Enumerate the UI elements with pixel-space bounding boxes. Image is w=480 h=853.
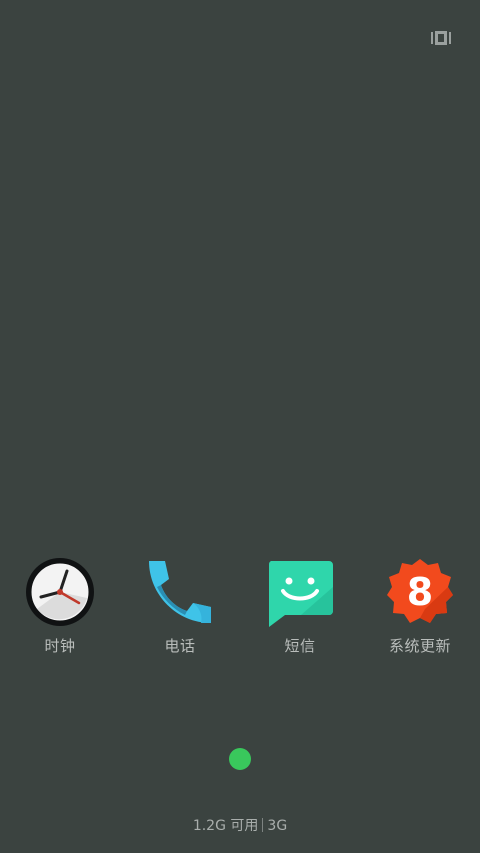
app-clock[interactable]: 时钟 — [0, 556, 120, 666]
home-screen: 时钟 电话 短信 8 系统更新 1.2G 可用 3G — [0, 0, 480, 853]
app-system-update[interactable]: 8 系统更新 — [360, 556, 480, 666]
app-row: 时钟 电话 短信 8 系统更新 — [0, 556, 480, 666]
clock-icon — [24, 556, 96, 628]
app-label: 短信 — [284, 637, 316, 655]
app-label: 电话 — [164, 637, 196, 655]
recent-apps-icon[interactable] — [428, 28, 454, 48]
system-update-icon: 8 — [384, 556, 456, 628]
app-label: 时钟 — [44, 637, 76, 655]
phone-icon — [144, 556, 216, 628]
memory-status[interactable]: 1.2G 可用 3G — [0, 815, 480, 835]
memory-available: 1.2G 可用 — [192, 818, 259, 834]
svg-text:8: 8 — [407, 570, 433, 614]
memory-total: 3G — [267, 818, 288, 834]
messages-icon — [264, 556, 336, 628]
app-label: 系统更新 — [388, 637, 451, 655]
page-indicator-dot[interactable] — [229, 748, 251, 770]
app-messages[interactable]: 短信 — [240, 556, 360, 666]
separator — [262, 818, 264, 832]
app-phone[interactable]: 电话 — [120, 556, 240, 666]
